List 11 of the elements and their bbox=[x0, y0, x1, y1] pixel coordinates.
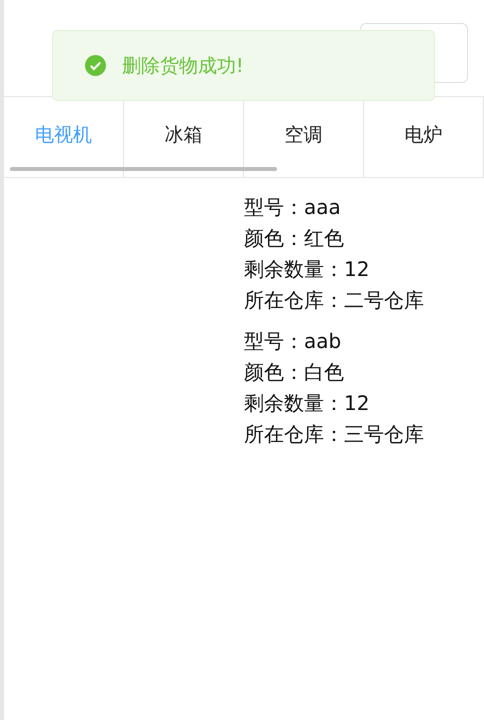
goods-detail: 剩余数量：12 bbox=[244, 390, 370, 417]
goods-detail: 颜色：白色 bbox=[244, 359, 345, 386]
goods-detail: 所在仓库：二号仓库 bbox=[244, 287, 425, 314]
check-circle-icon bbox=[85, 55, 106, 76]
goods-detail: 型号：aaa bbox=[244, 194, 342, 221]
toast-message: 删除货物成功! bbox=[122, 54, 244, 78]
goods-detail: 型号：aab bbox=[244, 328, 342, 355]
goods-detail: 所在仓库：三号仓库 bbox=[244, 421, 425, 448]
scrollbar[interactable] bbox=[10, 167, 277, 171]
goods-detail: 剩余数量：12 bbox=[244, 256, 370, 283]
goods-detail: 颜色：红色 bbox=[244, 225, 345, 252]
